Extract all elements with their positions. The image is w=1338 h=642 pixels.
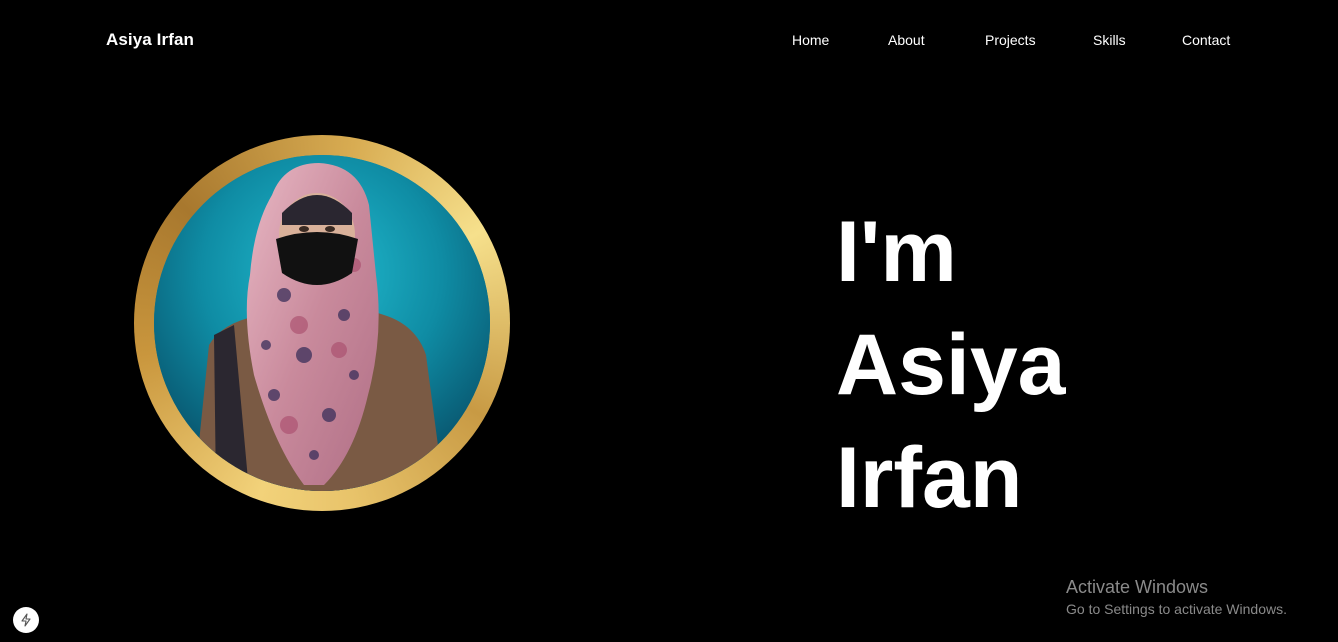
- avatar: [154, 155, 490, 491]
- nav-about-link[interactable]: About: [888, 31, 925, 49]
- brand-logo[interactable]: Asiya Irfan: [106, 29, 194, 51]
- hero-line-first-name: Asiya: [836, 317, 1066, 413]
- avatar-ring: [134, 135, 510, 511]
- hero-line-last-name: Irfan: [836, 430, 1023, 526]
- lightning-button[interactable]: [13, 607, 39, 633]
- watermark-subtitle: Go to Settings to activate Windows.: [1066, 601, 1287, 617]
- activate-windows-watermark: Activate Windows Go to Settings to activ…: [1066, 576, 1287, 619]
- nav-skills-link[interactable]: Skills: [1093, 31, 1126, 49]
- watermark-title: Activate Windows: [1066, 577, 1209, 597]
- lightning-bolt-icon: [21, 613, 31, 627]
- profile-photo-icon: [154, 155, 490, 491]
- nav-contact-link[interactable]: Contact: [1182, 31, 1230, 49]
- nav-home-link[interactable]: Home: [792, 31, 829, 49]
- hero-title: I'm Asiya Irfan: [836, 196, 1066, 535]
- hero-line-greeting: I'm: [836, 204, 957, 300]
- page: Asiya Irfan Home About Projects Skills C…: [0, 0, 1338, 642]
- nav-projects-link[interactable]: Projects: [985, 31, 1036, 49]
